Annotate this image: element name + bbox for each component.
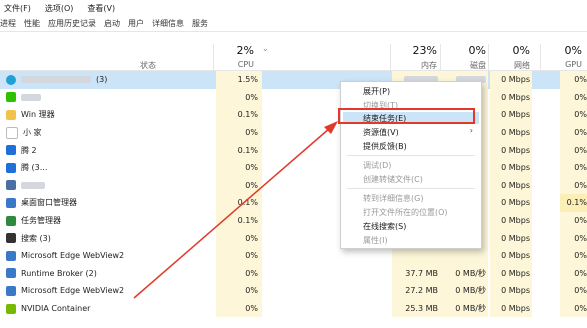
menu-item-feedback[interactable]: 提供反馈(B) — [341, 140, 481, 152]
menu-item-dump[interactable]: 创建转储文件(C) — [341, 173, 481, 185]
menu-item-debug[interactable]: 调试(D) — [341, 159, 481, 171]
context-menu: 展开(P) 切换到(T) 结束任务(E) 资源值(V) › 提供反馈(B) 调试… — [340, 81, 482, 249]
menu-item-resource-values[interactable]: 资源值(V) — [341, 126, 481, 138]
menu-item-search-online[interactable]: 在线搜索(S) — [341, 220, 481, 232]
arrow-line — [133, 127, 331, 299]
menu-item-goto-details[interactable]: 转到详细信息(G) — [341, 192, 481, 204]
annotation-arrow — [133, 121, 338, 299]
menu-item-open-location[interactable]: 打开文件所在的位置(O) — [341, 206, 481, 218]
menu-item-properties[interactable]: 属性(I) — [341, 234, 481, 246]
menu-item-expand[interactable]: 展开(P) — [341, 85, 481, 97]
submenu-arrow-icon: › — [469, 126, 473, 135]
highlight-box — [338, 108, 475, 124]
